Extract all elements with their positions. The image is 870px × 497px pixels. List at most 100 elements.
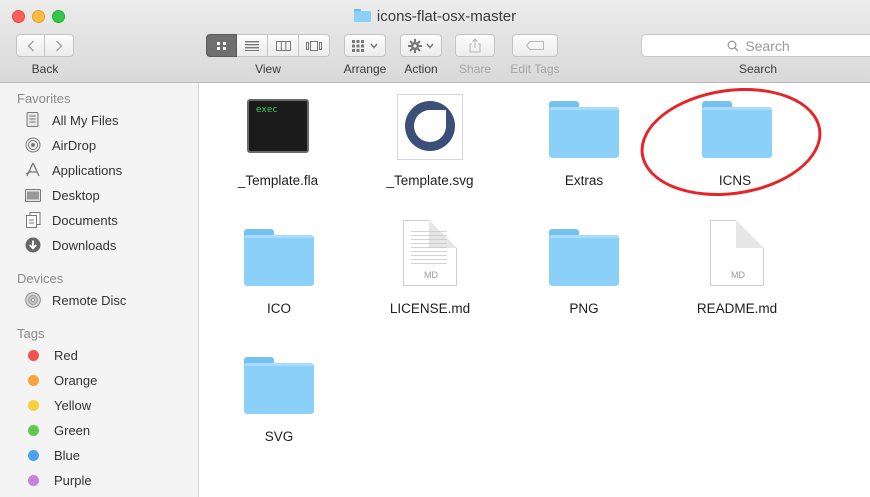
chevron-down-icon — [370, 43, 378, 49]
chevron-down-icon — [426, 43, 434, 49]
column-view-button[interactable] — [268, 34, 299, 57]
sidebar-item-label: Remote Disc — [52, 292, 127, 308]
file-name: Extras — [564, 173, 604, 188]
sidebar-item-label: Green — [54, 422, 91, 438]
file-item-template-fla[interactable]: exec _Template.fla — [213, 95, 343, 195]
folder-item-png[interactable]: PNG — [519, 223, 649, 323]
sidebar-item-label: Applications — [52, 162, 123, 178]
folder-icon — [549, 229, 619, 286]
arrange-label: Arrange — [343, 62, 387, 76]
sidebar-tag-blue[interactable]: Blue — [24, 444, 194, 466]
chevron-left-icon — [27, 40, 34, 51]
file-name: ICO — [266, 301, 291, 316]
sidebar-item-label: Yellow — [54, 397, 92, 413]
back-button[interactable] — [16, 34, 45, 57]
window-title: icons-flat-osx-master — [0, 8, 870, 25]
sidebar-tag-green[interactable]: Green — [24, 419, 194, 441]
file-item-readme-md[interactable]: MD README.md — [672, 220, 802, 323]
view-segmented-control — [206, 34, 330, 57]
document-file-icon: MD — [403, 220, 457, 286]
search-icon — [727, 40, 739, 51]
sidebar-item-all-my-files[interactable]: All My Files — [24, 109, 194, 131]
folder-item-svg[interactable]: SVG — [214, 351, 344, 451]
view-label: View — [255, 62, 281, 76]
tag-icon — [526, 41, 544, 50]
doc-type-tag: MD — [731, 270, 745, 280]
sidebar-tag-red[interactable]: Red — [24, 344, 194, 366]
action-button[interactable] — [400, 34, 442, 57]
sidebar-item-label: Purple — [54, 472, 92, 488]
share-icon — [469, 38, 481, 53]
share-label: Share — [458, 62, 492, 76]
action-label: Action — [404, 62, 438, 76]
gear-icon — [408, 38, 422, 53]
sidebar-section-tags: Tags — [17, 326, 45, 341]
search-label: Search — [738, 62, 778, 76]
sidebar-item-remote-disc[interactable]: Remote Disc — [24, 289, 194, 311]
sidebar-item-downloads[interactable]: Downloads — [24, 234, 194, 256]
icon-view-button[interactable] — [206, 34, 237, 57]
sidebar-item-label: All My Files — [52, 112, 119, 128]
sidebar-item-label: AirDrop — [52, 137, 97, 153]
file-name: _Template.fla — [237, 173, 319, 188]
file-name: README.md — [696, 301, 778, 316]
sidebar-item-label: Red — [54, 347, 78, 363]
folder-item-ico[interactable]: ICO — [214, 223, 344, 323]
remote-disc-icon — [24, 292, 42, 308]
sidebar-item-label: Documents — [52, 212, 118, 228]
sidebar-tag-yellow[interactable]: Yellow — [24, 394, 194, 416]
file-item-template-svg[interactable]: _Template.svg — [365, 94, 495, 195]
sidebar-item-documents[interactable]: Documents — [24, 209, 194, 231]
desktop-icon — [24, 187, 42, 203]
purple-tag-dot-icon — [28, 474, 39, 486]
folder-icon — [549, 101, 619, 158]
svg-file-icon — [397, 94, 463, 160]
edit-tags-button[interactable] — [512, 34, 558, 57]
all-files-icon — [24, 112, 42, 128]
sidebar-item-airdrop[interactable]: AirDrop — [24, 134, 194, 156]
red-tag-dot-icon — [28, 349, 39, 361]
sidebar-item-applications[interactable]: Applications — [24, 159, 194, 181]
sidebar-section-favorites: Favorites — [17, 91, 71, 106]
file-name: SVG — [264, 429, 294, 444]
sidebar-section-devices: Devices — [17, 271, 64, 286]
file-name: PNG — [569, 301, 599, 316]
list-icon — [245, 40, 259, 51]
file-item-license-md[interactable]: MD LICENSE.md — [365, 220, 495, 323]
executable-file-icon: exec — [247, 99, 309, 153]
airdrop-icon — [24, 137, 42, 153]
icon-grid-icon — [216, 41, 226, 50]
chevron-right-icon — [56, 40, 63, 51]
file-name: LICENSE.md — [389, 301, 471, 316]
downloads-icon — [24, 237, 42, 253]
columns-icon — [275, 40, 291, 51]
forward-button[interactable] — [45, 34, 74, 57]
window-title-text: icons-flat-osx-master — [376, 8, 517, 25]
sidebar-tag-purple[interactable]: Purple — [24, 469, 194, 491]
sidebar-tag-orange[interactable]: Orange — [24, 369, 194, 391]
cover-flow-button[interactable] — [299, 34, 330, 57]
edit-tags-label: Edit Tags — [510, 62, 560, 76]
documents-icon — [24, 212, 42, 228]
share-button[interactable] — [455, 34, 495, 57]
edit-tags-group — [512, 34, 558, 57]
sidebar-item-label: Desktop — [52, 187, 100, 203]
action-group — [400, 34, 442, 57]
arrange-button[interactable] — [344, 34, 386, 57]
folder-item-extras[interactable]: Extras — [519, 95, 649, 195]
back-forward-group — [16, 34, 74, 57]
folder-icon — [244, 357, 314, 414]
search-placeholder: Search — [745, 37, 790, 54]
sidebar-item-label: Orange — [54, 372, 98, 388]
search-input[interactable]: Search — [641, 34, 870, 57]
sidebar-item-label: Blue — [54, 447, 81, 463]
sidebar-item-desktop[interactable]: Desktop — [24, 184, 194, 206]
arrange-grid-icon — [352, 39, 364, 52]
cover-flow-icon — [306, 40, 322, 51]
sidebar-item-label: Downloads — [52, 237, 117, 253]
share-group — [455, 34, 495, 57]
document-file-icon: MD — [710, 220, 764, 286]
sidebar: Favorites All My Files AirDrop Applicati… — [0, 83, 199, 497]
doc-type-tag: MD — [424, 270, 438, 280]
list-view-button[interactable] — [237, 34, 268, 57]
